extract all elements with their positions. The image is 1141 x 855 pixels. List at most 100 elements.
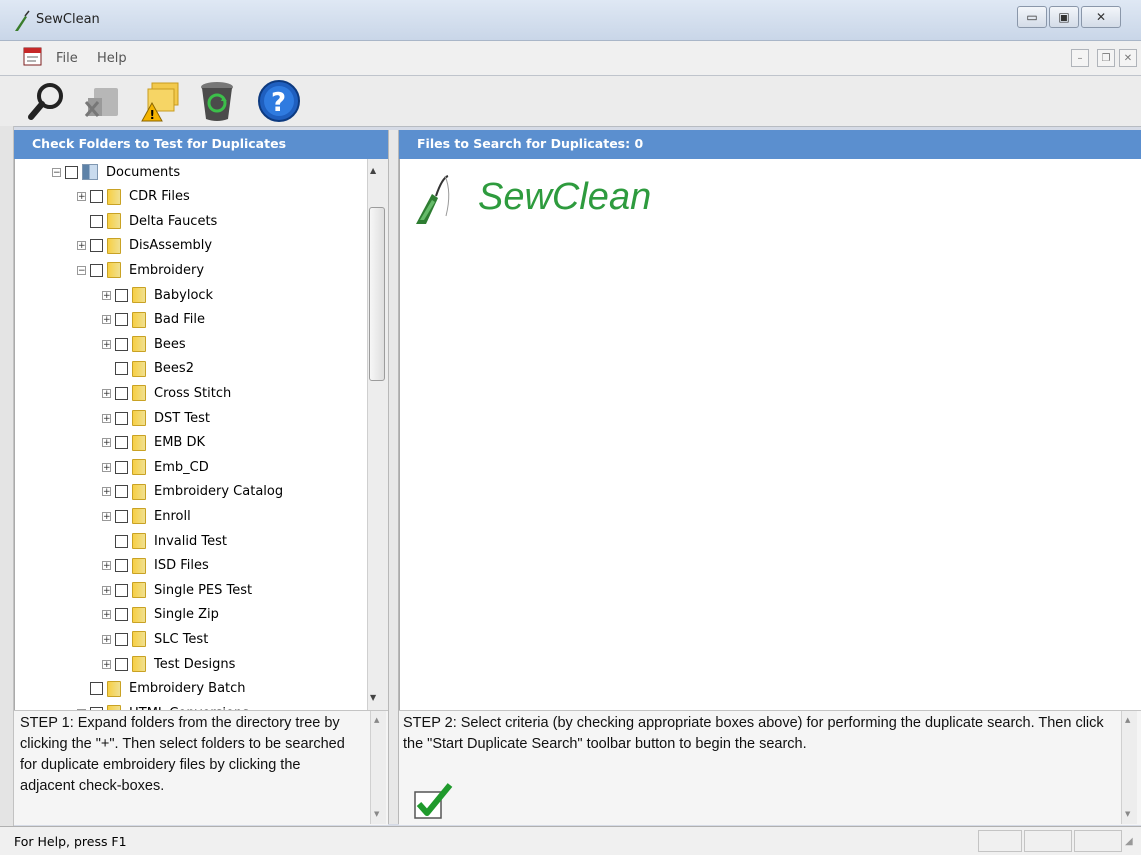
- folder-checkbox[interactable]: [115, 460, 128, 474]
- expand-icon[interactable]: +: [102, 561, 111, 571]
- folder-checkbox[interactable]: [115, 583, 128, 597]
- tree-item[interactable]: + Test Designs: [102, 652, 235, 676]
- expand-icon[interactable]: +: [102, 315, 111, 325]
- tree-item[interactable]: − Documents: [52, 160, 180, 184]
- maximize-button[interactable]: ▣: [1049, 6, 1079, 28]
- tree-item[interactable]: + Embroidery Catalog: [102, 480, 283, 504]
- tree-item[interactable]: Invalid Test: [102, 529, 227, 553]
- tree-item[interactable]: + DST Test: [102, 406, 210, 430]
- folder-checkbox[interactable]: [115, 288, 128, 302]
- tree-item[interactable]: + Emb_CD: [102, 455, 209, 479]
- step2-scroll-down-icon[interactable]: ▼: [1125, 810, 1130, 818]
- tree-item[interactable]: +HTML Conversions: [77, 701, 249, 710]
- folder-checkbox[interactable]: [90, 239, 103, 253]
- folder-checkbox[interactable]: [115, 485, 128, 499]
- tree-item[interactable]: + DisAssembly: [77, 234, 212, 258]
- step1-scroll-up-icon[interactable]: ▲: [374, 716, 379, 724]
- pane-splitter[interactable]: [388, 130, 399, 824]
- folder-checkbox[interactable]: [90, 190, 103, 204]
- folder-checkbox[interactable]: [115, 337, 128, 351]
- resize-grip-icon[interactable]: ◢: [1125, 836, 1133, 847]
- mdi-close-button[interactable]: ✕: [1119, 49, 1137, 67]
- tree-item[interactable]: + ISD Files: [102, 554, 209, 578]
- tree-item[interactable]: + EMB DK: [102, 431, 205, 455]
- expand-icon[interactable]: +: [102, 438, 111, 448]
- tree-item[interactable]: + Cross Stitch: [102, 381, 231, 405]
- clear-button[interactable]: [78, 78, 124, 124]
- tree-item-label: DisAssembly: [129, 238, 213, 254]
- tree-item[interactable]: − Embroidery: [77, 258, 204, 282]
- expand-icon[interactable]: +: [102, 487, 111, 497]
- help-button[interactable]: ?: [256, 78, 302, 124]
- step2-scroll-up-icon[interactable]: ▲: [1125, 716, 1130, 724]
- folder-checkbox[interactable]: [115, 534, 128, 548]
- close-button[interactable]: ✕: [1081, 6, 1121, 28]
- expand-icon[interactable]: +: [102, 610, 111, 620]
- tree-item-label: Embroidery Batch: [129, 681, 246, 697]
- tree-item[interactable]: + Single Zip: [102, 603, 219, 627]
- folder-checkbox[interactable]: [115, 362, 128, 376]
- folder-checkbox[interactable]: [115, 386, 128, 400]
- results-pane: [399, 159, 1141, 710]
- tree-item-label: Bad File: [154, 312, 206, 328]
- folder-icon: [132, 410, 146, 426]
- step2-scrollbar[interactable]: [1121, 711, 1137, 824]
- document-icon[interactable]: [22, 47, 44, 67]
- folder-checkbox[interactable]: [115, 657, 128, 671]
- folder-checkbox[interactable]: [115, 436, 128, 450]
- folder-checkbox[interactable]: [115, 632, 128, 646]
- collapse-icon[interactable]: −: [77, 265, 86, 275]
- tree-item[interactable]: + Bad File: [102, 308, 205, 332]
- tree-scroll-thumb[interactable]: [369, 207, 385, 381]
- expand-icon[interactable]: +: [102, 290, 111, 300]
- folder-icon: [132, 606, 146, 623]
- tree-item-label: Enroll: [154, 508, 191, 524]
- expand-icon[interactable]: +: [102, 339, 111, 349]
- folder-checkbox[interactable]: [90, 682, 103, 696]
- expand-icon[interactable]: +: [102, 659, 111, 669]
- menu-file[interactable]: File: [56, 51, 78, 66]
- mdi-restore-button[interactable]: ❐: [1097, 49, 1115, 67]
- menu-help[interactable]: Help: [97, 51, 127, 66]
- expand-icon[interactable]: +: [102, 413, 111, 423]
- sewclean-app-icon: [15, 10, 30, 31]
- expand-icon[interactable]: +: [77, 192, 86, 202]
- expand-icon[interactable]: +: [77, 241, 86, 251]
- start-duplicate-search-check-icon[interactable]: [412, 782, 454, 822]
- folder-checkbox[interactable]: [65, 165, 78, 179]
- search-button[interactable]: [24, 78, 70, 124]
- right-pane-header: Files to Search for Duplicates: 0: [399, 130, 1141, 159]
- folder-icon: [107, 188, 121, 205]
- expand-icon[interactable]: +: [102, 634, 111, 644]
- recycle-bin-button[interactable]: [194, 78, 240, 124]
- minimize-button[interactable]: ▭: [1017, 6, 1047, 28]
- expand-icon[interactable]: +: [102, 585, 111, 595]
- tree-item[interactable]: Bees2: [102, 357, 194, 381]
- expand-icon[interactable]: +: [102, 511, 111, 521]
- collapse-icon[interactable]: −: [52, 167, 61, 177]
- tree-item[interactable]: + Bees: [102, 332, 186, 356]
- tree-item[interactable]: + Babylock: [102, 283, 213, 307]
- tree-item[interactable]: + CDR Files: [77, 185, 190, 209]
- folder-checkbox[interactable]: [115, 608, 128, 622]
- close-icon: ✕: [1095, 10, 1107, 24]
- tree-item[interactable]: + Single PES Test: [102, 578, 252, 602]
- expand-icon[interactable]: +: [102, 388, 111, 398]
- step1-scrollbar[interactable]: [370, 711, 386, 824]
- tree-scroll-down-icon[interactable]: ▼: [370, 693, 376, 702]
- folder-checkbox[interactable]: [90, 214, 103, 228]
- tree-item[interactable]: Delta Faucets: [77, 209, 217, 233]
- tree-item[interactable]: + SLC Test: [102, 627, 208, 651]
- mdi-minimize-button[interactable]: –: [1071, 49, 1089, 67]
- tree-item[interactable]: Embroidery Batch: [77, 677, 246, 701]
- folder-checkbox[interactable]: [115, 411, 128, 425]
- tree-scroll-up-icon[interactable]: ▲: [370, 166, 376, 175]
- folder-checkbox[interactable]: [115, 313, 128, 327]
- folder-checkbox[interactable]: [90, 263, 103, 277]
- expand-icon[interactable]: +: [102, 462, 111, 472]
- folder-checkbox[interactable]: [115, 509, 128, 523]
- folder-checkbox[interactable]: [115, 559, 128, 573]
- step1-scroll-down-icon[interactable]: ▼: [374, 810, 379, 818]
- tree-item[interactable]: + Enroll: [102, 504, 191, 528]
- folder-warning-button[interactable]: !: [138, 78, 184, 124]
